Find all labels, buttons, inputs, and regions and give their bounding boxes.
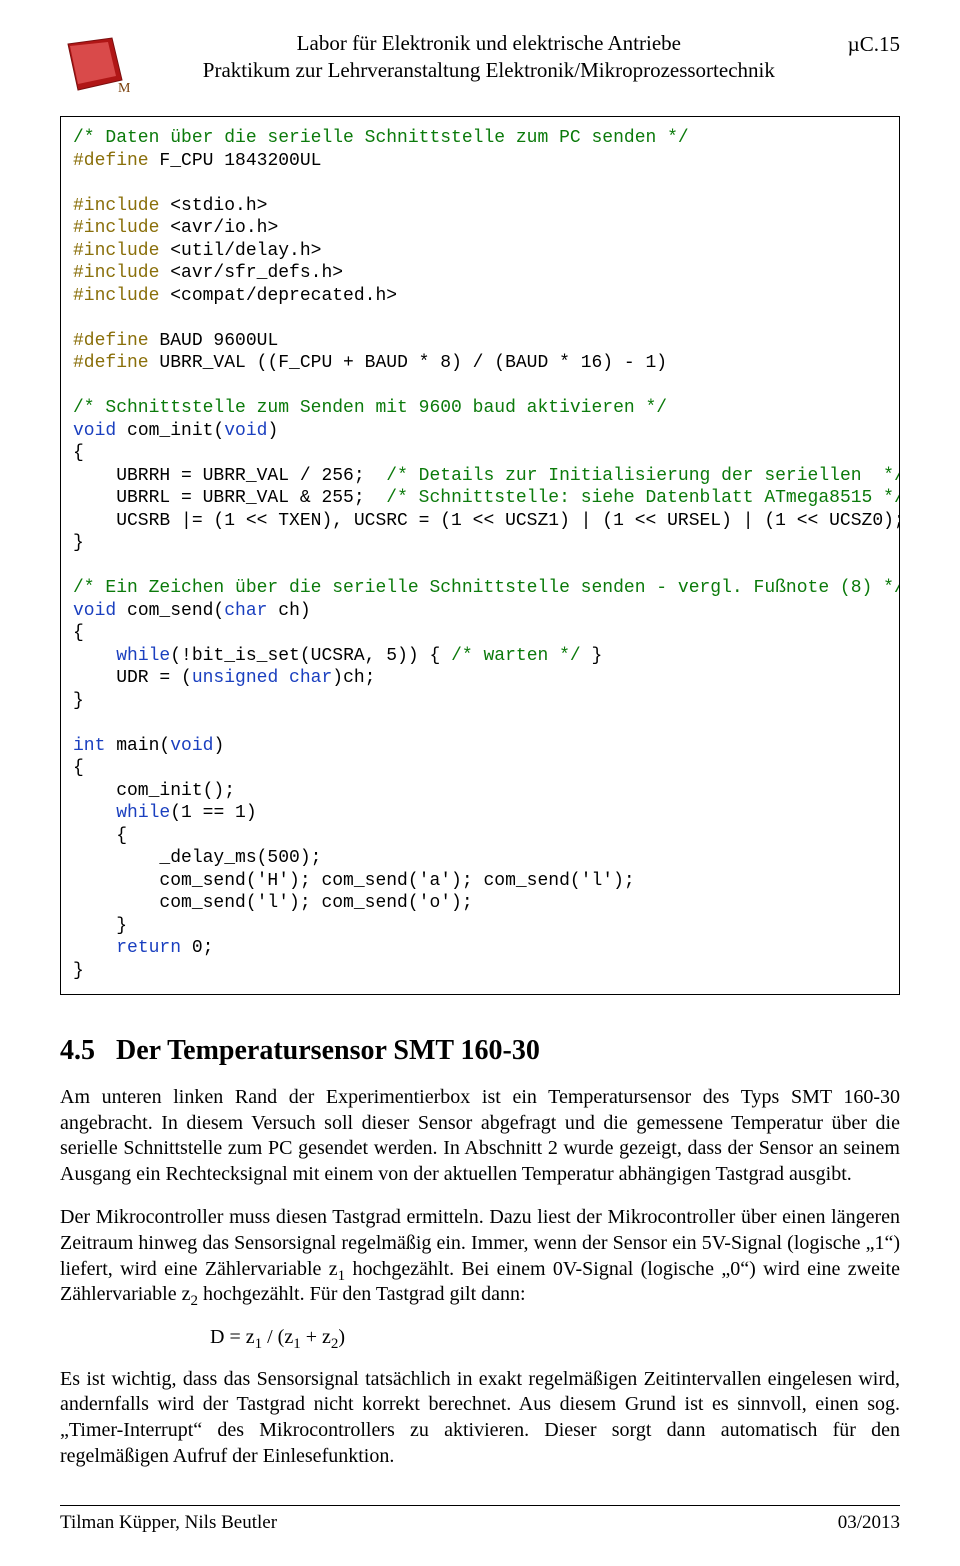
header-title: Labor für Elektronik und elektrische Ant… xyxy=(150,30,828,85)
page-header: M Labor für Elektronik und elektrische A… xyxy=(60,30,900,96)
code-comment: /* Daten über die serielle Schnittstelle… xyxy=(73,128,689,148)
footer-date: 03/2013 xyxy=(838,1512,900,1534)
paragraph-1: Am unteren linken Rand der Experimentier… xyxy=(60,1085,900,1187)
header-line1: Labor für Elektronik und elektrische Ant… xyxy=(150,30,828,57)
paragraph-3: Es ist wichtig, dass das Sensorsignal ta… xyxy=(60,1367,900,1469)
code-directive: #define xyxy=(73,151,149,171)
page-footer: Tilman Küpper, Nils Beutler 03/2013 xyxy=(60,1505,900,1534)
section-heading: 4.5Der Temperatursensor SMT 160-30 xyxy=(60,1035,900,1067)
code-listing: /* Daten über die serielle Schnittstelle… xyxy=(60,116,900,995)
header-line2: Praktikum zur Lehrveranstaltung Elektron… xyxy=(150,57,828,84)
formula: D = z1 / (z1 + z2) xyxy=(210,1326,900,1349)
svg-text:M: M xyxy=(118,81,130,96)
section-number: 4.5 xyxy=(60,1035,116,1067)
section-title: Der Temperatursensor SMT 160-30 xyxy=(116,1035,540,1066)
page-number-label: µC.15 xyxy=(848,30,900,57)
logo: M xyxy=(60,36,130,96)
paragraph-2: Der Mikrocontroller muss diesen Tastgrad… xyxy=(60,1205,900,1307)
footer-authors: Tilman Küpper, Nils Beutler xyxy=(60,1512,277,1534)
